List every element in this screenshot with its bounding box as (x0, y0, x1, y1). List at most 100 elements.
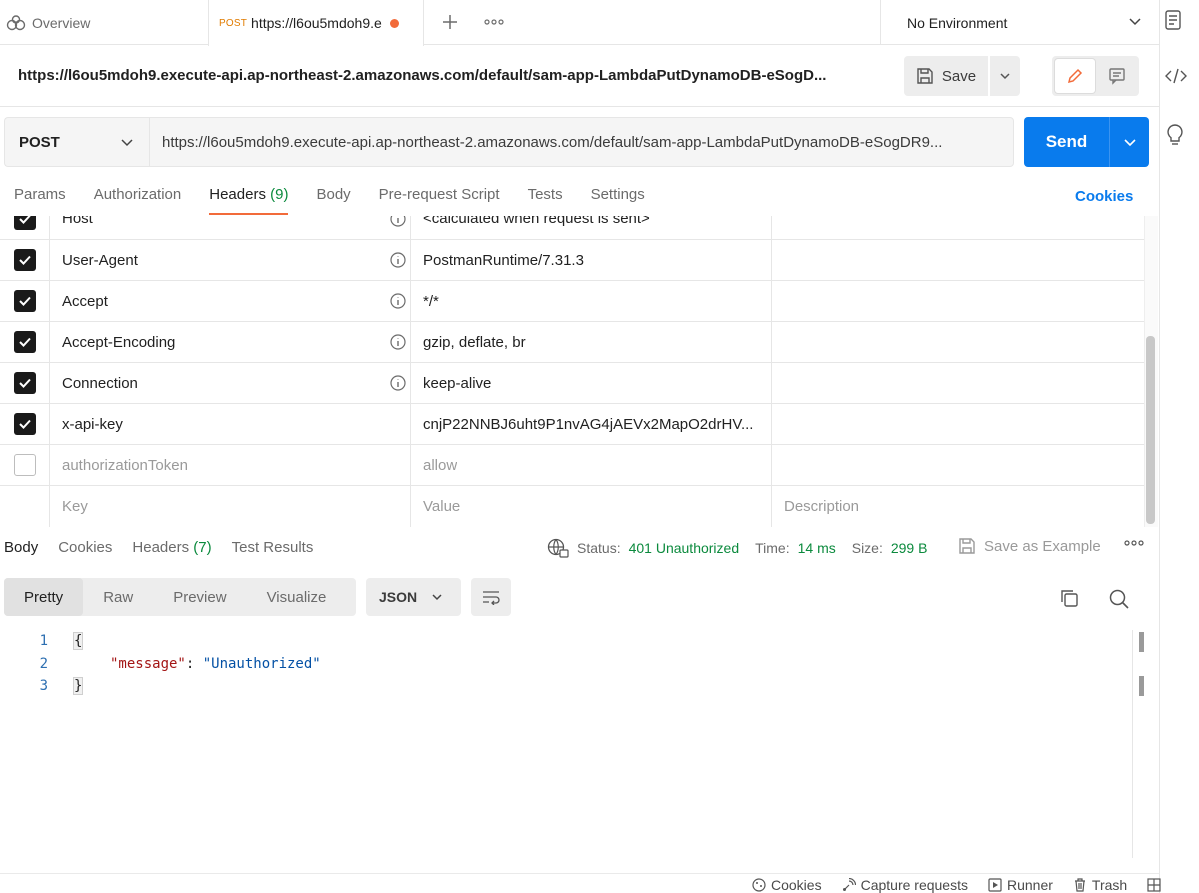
size-label: Size: (851, 540, 883, 556)
save-button[interactable]: Save (904, 56, 988, 96)
tab-prerequest-script[interactable]: Pre-request Script (379, 186, 500, 216)
save-label: Save (941, 67, 977, 85)
tab-authorization[interactable]: Authorization (94, 186, 182, 216)
row-checkbox[interactable] (13, 372, 36, 394)
tabs-more-button[interactable] (480, 8, 508, 36)
url-input[interactable]: https://l6ou5mdoh9.execute-api.ap-northe… (149, 117, 1014, 167)
row-checkbox[interactable] (13, 413, 36, 435)
header-description[interactable] (772, 363, 1144, 403)
size-value[interactable]: 299 B (891, 540, 928, 556)
row-checkbox[interactable] (13, 216, 36, 230)
header-description[interactable] (772, 240, 1144, 280)
tab-overview[interactable]: Overview (0, 0, 208, 45)
footer-runner-label: Runner (1007, 877, 1053, 893)
key-placeholder[interactable]: Key (62, 498, 88, 515)
footer-runner-button[interactable]: Runner (988, 877, 1053, 893)
footer-capture-label: Capture requests (860, 877, 968, 893)
response-tab-body[interactable]: Body (4, 539, 38, 556)
response-tab-headers[interactable]: Headers (7) (132, 539, 211, 556)
header-description[interactable] (772, 281, 1144, 321)
url-text: https://l6ou5mdoh9.execute-api.ap-northe… (162, 133, 943, 151)
language-label: JSON (379, 589, 418, 605)
save-icon (916, 67, 934, 85)
tab-body[interactable]: Body (316, 186, 350, 216)
status-label: Status: (577, 540, 621, 556)
header-description[interactable] (772, 404, 1144, 444)
language-select[interactable]: JSON (366, 578, 461, 616)
pencil-icon (1066, 67, 1084, 85)
status-value[interactable]: 401 Unauthorized (629, 540, 740, 556)
header-value[interactable]: allow (423, 457, 457, 474)
request-name[interactable]: https://l6ou5mdoh9.execute-api.ap-northe… (18, 67, 826, 84)
new-tab-button[interactable] (436, 8, 464, 36)
divider (0, 106, 1159, 107)
tab-tests[interactable]: Tests (528, 186, 563, 216)
send-button[interactable]: Send (1024, 117, 1109, 167)
copy-icon[interactable] (1059, 588, 1079, 608)
header-value[interactable]: cnjP22NNBJ6uht9P1nvAG4jAEVx2MapO2drHV... (423, 416, 753, 433)
info-icon[interactable] (390, 293, 406, 309)
header-description[interactable] (772, 445, 1144, 485)
header-description[interactable] (772, 216, 1144, 239)
header-description[interactable] (772, 322, 1144, 362)
tab-overview-label: Overview (32, 14, 91, 31)
response-tab-cookies[interactable]: Cookies (58, 539, 112, 556)
wrap-lines-button[interactable] (471, 578, 511, 616)
environment-quicklook-icon[interactable] (1165, 10, 1181, 30)
tab-settings[interactable]: Settings (591, 186, 645, 216)
header-key: User-Agent (62, 251, 138, 269)
table-row: Accept */* (0, 281, 1144, 322)
description-placeholder[interactable]: Description (784, 498, 859, 515)
row-checkbox[interactable] (13, 331, 36, 353)
response-headers-count: (7) (193, 539, 212, 556)
row-checkbox[interactable] (13, 454, 36, 476)
row-checkbox[interactable] (13, 249, 36, 271)
header-value[interactable]: */* (423, 293, 439, 310)
header-value[interactable]: keep-alive (423, 375, 491, 392)
scrollbar-marker (1139, 632, 1144, 652)
more-horizontal-icon[interactable] (1124, 540, 1144, 546)
view-pretty-button[interactable]: Pretty (4, 578, 84, 616)
info-icon[interactable] (390, 216, 406, 227)
header-value[interactable]: PostmanRuntime/7.31.3 (423, 252, 584, 269)
header-value[interactable]: <calculated when request is sent> (423, 216, 650, 227)
environment-select[interactable]: No Environment (880, 0, 1159, 45)
footer-cookies-button[interactable]: Cookies (752, 877, 822, 893)
time-value[interactable]: 14 ms (798, 540, 836, 556)
footer-trash-button[interactable]: Trash (1073, 877, 1127, 893)
search-icon[interactable] (1108, 588, 1130, 610)
save-as-example-button[interactable]: Save as Example (958, 537, 1101, 555)
documentation-mode-button[interactable] (1098, 59, 1136, 93)
lightbulb-icon[interactable] (1166, 124, 1184, 146)
info-icon[interactable] (390, 334, 406, 350)
request-tabs: Params Authorization Headers (9) Body Pr… (14, 186, 645, 216)
value-placeholder[interactable]: Value (423, 498, 460, 515)
scrollbar-thumb[interactable] (1146, 336, 1155, 524)
tab-params[interactable]: Params (14, 186, 66, 216)
header-value[interactable]: gzip, deflate, br (423, 334, 526, 351)
send-options-button[interactable] (1109, 117, 1149, 167)
view-raw-button[interactable]: Raw (83, 578, 153, 616)
plus-icon (442, 14, 458, 30)
row-checkbox[interactable] (13, 290, 36, 312)
tab-active-request[interactable]: POST https://l6ou5mdoh9.e (208, 0, 424, 46)
json-colon: : (185, 656, 203, 672)
footer-layout-button[interactable] (1147, 877, 1161, 893)
header-key: authorizationToken (62, 456, 188, 474)
tab-tests-label: Tests (527, 186, 563, 203)
layout-grid-icon (1147, 878, 1161, 892)
info-icon[interactable] (390, 375, 406, 391)
info-icon[interactable] (390, 252, 406, 268)
response-tab-test-results[interactable]: Test Results (232, 539, 314, 556)
globe-icon[interactable] (547, 538, 569, 558)
edit-mode-button[interactable] (1055, 59, 1095, 93)
tab-headers[interactable]: Headers (9) (209, 186, 289, 216)
code-icon[interactable] (1165, 68, 1187, 84)
view-visualize-button[interactable]: Visualize (247, 578, 347, 616)
save-options-button[interactable] (990, 56, 1020, 96)
footer-capture-button[interactable]: Capture requests (842, 877, 968, 893)
view-preview-button[interactable]: Preview (153, 578, 246, 616)
code-brace-open: { (74, 633, 83, 649)
response-body-editor[interactable]: 1 { 2 "message": "Unauthorized" 3 } (0, 630, 1159, 870)
cookies-link[interactable]: Cookies (1075, 188, 1133, 205)
